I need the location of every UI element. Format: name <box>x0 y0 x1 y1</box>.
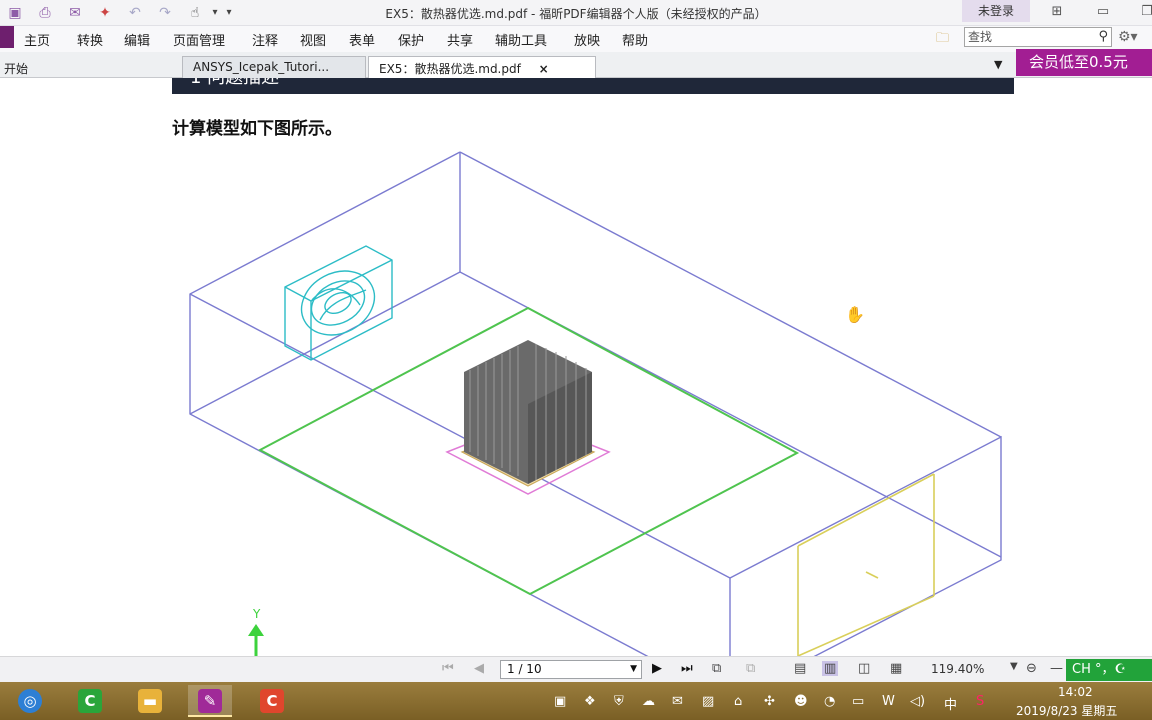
tray-battery-icon[interactable]: ▭ <box>852 694 864 709</box>
zoom-slider[interactable]: — <box>1050 661 1063 676</box>
recorder-icon: C <box>260 689 284 713</box>
taskbar-file-explorer[interactable]: ▬ <box>128 685 172 717</box>
menu-page-management[interactable]: 页面管理 <box>173 30 225 49</box>
clock-date[interactable]: 2019/8/23 星期五 <box>1016 702 1117 719</box>
zoom-level[interactable]: 119.40% <box>931 662 984 676</box>
tray-ime[interactable]: 中 <box>944 694 957 713</box>
tab-list-dropdown-icon[interactable]: ▼ <box>994 58 1002 71</box>
hand-cursor-icon: ✋ <box>845 305 865 324</box>
menu-help[interactable]: 帮助 <box>622 30 648 49</box>
new-doc-icon[interactable]: ✦ <box>96 4 114 22</box>
page-navigation-bar: ⏮ ◀ 1 / 10 ▼ ▶ ⏭ ⧉ ⧉ ▤ ▥ ◫ ▦ 119.40% ▼ ⊖… <box>0 656 1152 682</box>
tray-mail-icon[interactable]: ✉ <box>672 694 683 709</box>
tab-label: EX5：散热器优选.md.pdf <box>379 62 521 76</box>
taskbar-foxit-pdf[interactable]: ✎ <box>188 685 232 717</box>
save-icon[interactable]: ▣ <box>6 4 24 22</box>
ribbon-options-icon[interactable]: ⊞ <box>1046 2 1068 22</box>
search-placeholder: 查找 <box>968 30 993 44</box>
pdf-page-view[interactable]: 1 问题描述 计算模型如下图所示。 <box>0 78 1152 656</box>
fan-model <box>284 245 393 361</box>
tray-grid-icon[interactable]: ✣ <box>764 694 775 709</box>
prev-page-icon[interactable]: ◀ <box>474 661 484 676</box>
menu-slideshow[interactable]: 放映 <box>574 30 600 49</box>
print-icon[interactable]: ⎙ <box>36 4 54 22</box>
foxit-pdf-icon: ✎ <box>198 689 222 713</box>
foxit-pdf-editor-window: ▣ ⎙ ✉ ✦ ↶ ↷ ☝ ▾ ▾ EX5：散热器优选.md.pdf - 福昕P… <box>0 0 1152 720</box>
hand-tool-icon[interactable]: ☝ <box>186 4 204 22</box>
tray-qq-icon[interactable]: ☻ <box>794 694 808 709</box>
menu-convert[interactable]: 转换 <box>77 30 103 49</box>
login-button[interactable]: 未登录 <box>962 0 1030 22</box>
browser-icon: ◎ <box>18 689 42 713</box>
menu-form[interactable]: 表单 <box>349 30 375 49</box>
tray-image-icon[interactable]: ▨ <box>702 694 714 709</box>
redo-icon[interactable]: ↷ <box>156 4 174 22</box>
tray-cloud-icon[interactable]: ☁ <box>642 694 655 709</box>
tab-start[interactable]: 开始 <box>4 60 28 77</box>
taskbar-camtasia-recorder[interactable]: C <box>250 685 294 717</box>
menu-bar: 主页 转换 编辑 页面管理 注释 视图 表单 保护 共享 辅助工具 放映 帮助 … <box>0 26 1152 52</box>
tray-wifi-icon[interactable]: ◔ <box>824 694 835 709</box>
next-page-icon[interactable]: ▶ <box>652 661 662 676</box>
facing-pages-icon[interactable]: ◫ <box>858 661 870 676</box>
tray-word-icon[interactable]: W <box>882 694 895 709</box>
minimize-icon[interactable]: ▭ <box>1092 2 1114 22</box>
tray-sogou-icon[interactable]: S <box>976 694 984 709</box>
zoom-dropdown-icon[interactable]: ▼ <box>1010 661 1018 672</box>
title-bar: ▣ ⎙ ✉ ✦ ↶ ↷ ☝ ▾ ▾ EX5：散热器优选.md.pdf - 福昕P… <box>0 0 1152 26</box>
first-page-icon[interactable]: ⏮ <box>442 661 454 676</box>
menu-edit[interactable]: 编辑 <box>124 30 150 49</box>
customize-qa-icon[interactable]: ▾ <box>220 4 238 22</box>
windows-taskbar: ◎ C ▬ ✎ C ▣ ❖ ⛨ ☁ ✉ ▨ ⌂ ✣ ☻ ◔ ▭ W ◁) 中 S… <box>0 682 1152 720</box>
menu-accessibility[interactable]: 辅助工具 <box>495 30 547 49</box>
taskbar-browser[interactable]: ◎ <box>8 685 52 717</box>
tray-app-icon[interactable]: ▣ <box>554 694 566 709</box>
tray-volume-icon[interactable]: ◁) <box>910 694 925 709</box>
axis-y-label: Y <box>252 607 261 621</box>
envelope-icon[interactable]: ✉ <box>66 4 84 22</box>
cabinet-wireframe <box>189 151 1002 656</box>
menu-home[interactable]: 主页 <box>24 30 50 49</box>
taskbar-camtasia[interactable]: C <box>68 685 112 717</box>
tray-dropbox-icon[interactable]: ❖ <box>584 694 596 709</box>
menu-share[interactable]: 共享 <box>447 30 473 49</box>
single-page-icon[interactable]: ▤ <box>794 661 806 676</box>
next-view-icon[interactable]: ⧉ <box>746 661 755 676</box>
folder-search-icon[interactable]: 🗀 <box>936 29 949 51</box>
camtasia-icon: C <box>78 689 102 713</box>
menu-comment[interactable]: 注释 <box>252 30 278 49</box>
restore-icon[interactable]: ❐ <box>1136 2 1152 22</box>
page-number-input[interactable]: 1 / 10 ▼ <box>500 660 642 679</box>
vent-opening <box>797 473 935 656</box>
clock-time[interactable]: 14:02 <box>1058 685 1093 699</box>
axis-triad: Y <box>248 607 264 656</box>
undo-icon[interactable]: ↶ <box>126 4 144 22</box>
tab-ex5-pdf[interactable]: EX5：散热器优选.md.pdf × <box>368 56 596 78</box>
menu-view[interactable]: 视图 <box>300 30 326 49</box>
document-tab-bar: 开始 ANSYS_Icepak_Tutori... EX5：散热器优选.md.p… <box>0 52 1152 78</box>
continuous-facing-icon[interactable]: ▦ <box>890 661 902 676</box>
member-promo-banner[interactable]: 会员低至0.5元 <box>1016 49 1152 76</box>
menu-protect[interactable]: 保护 <box>398 30 424 49</box>
tab-ansys-tutorial[interactable]: ANSYS_Icepak_Tutori... <box>182 56 366 78</box>
prev-view-icon[interactable]: ⧉ <box>712 661 721 676</box>
zoom-out-icon[interactable]: ⊖ <box>1026 661 1037 676</box>
close-tab-icon[interactable]: × <box>539 62 549 76</box>
last-page-icon[interactable]: ⏭ <box>681 661 693 676</box>
continuous-page-icon[interactable]: ▥ <box>822 661 839 676</box>
page-number-value: 1 / 10 <box>507 662 542 676</box>
search-input[interactable]: 查找 ⚲ <box>964 27 1112 47</box>
gear-icon[interactable]: ⚙▾ <box>1118 29 1138 45</box>
folder-icon: ▬ <box>138 689 162 713</box>
tab-label: ANSYS_Icepak_Tutori... <box>193 60 330 74</box>
page-dropdown-icon[interactable]: ▼ <box>630 661 637 678</box>
file-menu-button[interactable] <box>0 26 14 48</box>
search-icon[interactable]: ⚲ <box>1098 28 1108 46</box>
ime-indicator[interactable]: CH °，☪ <box>1066 659 1152 681</box>
icepak-model-figure: Y ✋ <box>189 151 1002 656</box>
tray-shield-icon[interactable]: ⛨ <box>614 694 624 709</box>
tray-usb-icon[interactable]: ⌂ <box>734 694 742 709</box>
